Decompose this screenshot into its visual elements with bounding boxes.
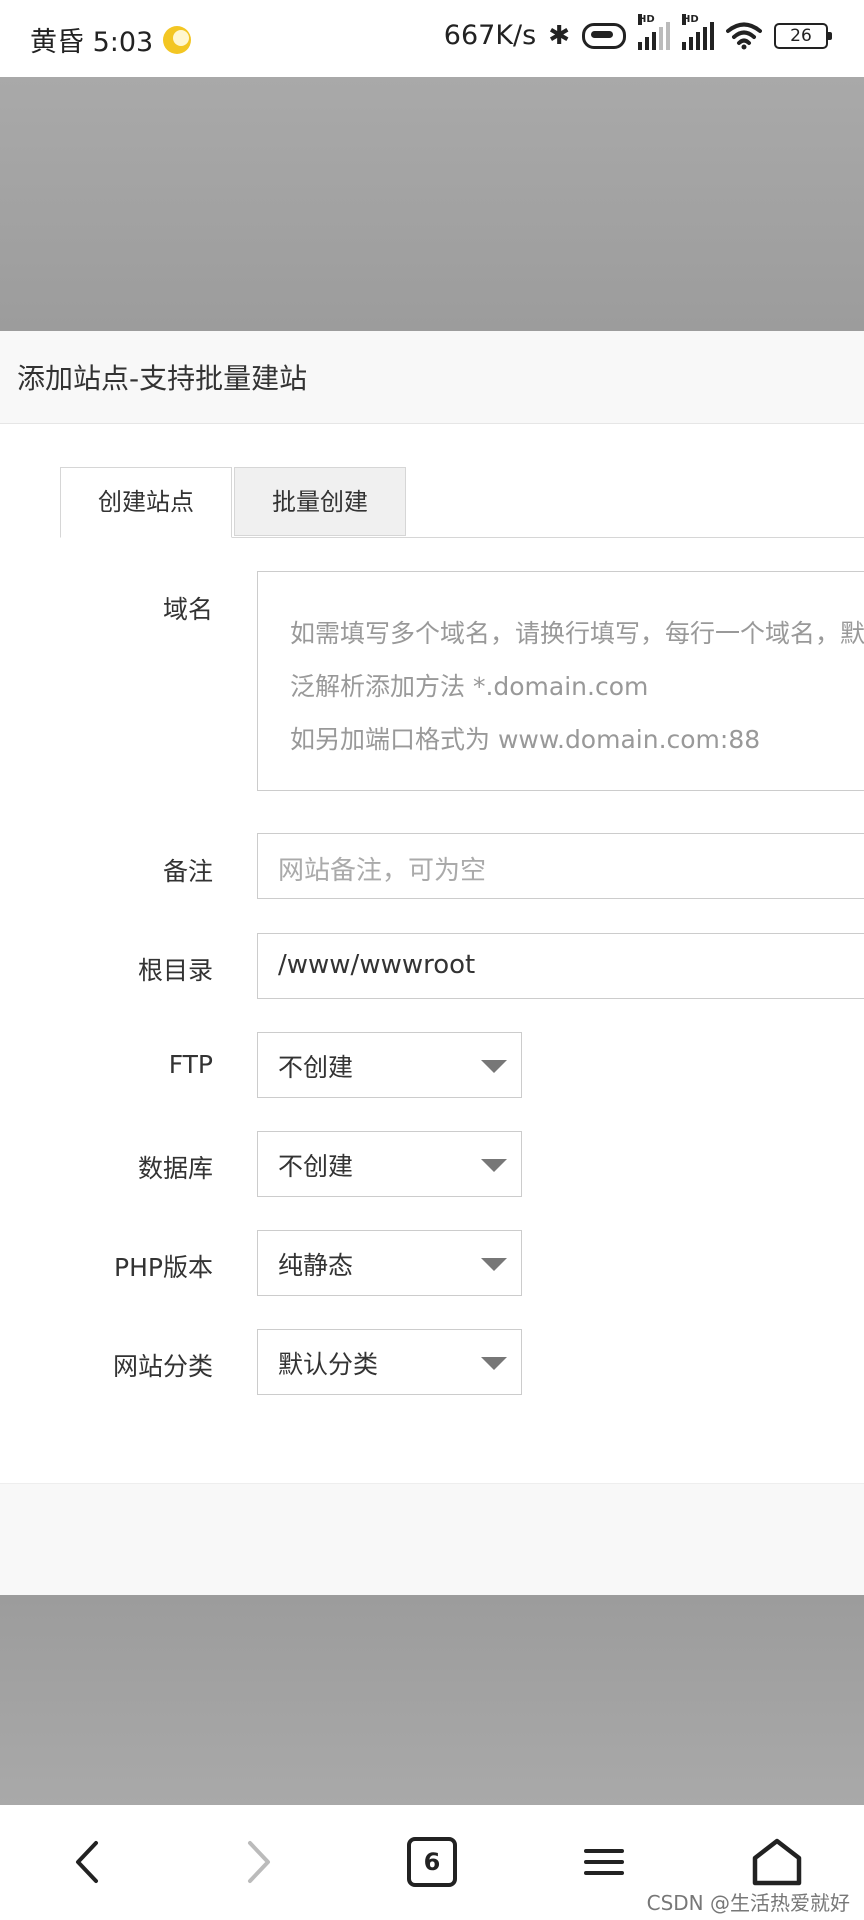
tab-bar: 创建站点 批量创建: [60, 467, 864, 538]
network-speed: 667K/s: [443, 20, 537, 51]
forward-icon: [248, 1841, 270, 1883]
dialog-title: 添加站点-支持批量建站: [17, 362, 308, 395]
bluetooth-icon: ✱: [548, 20, 570, 51]
home-icon: [752, 1838, 802, 1886]
modal-backdrop-bottom[interactable]: [0, 1595, 864, 1805]
back-icon: [76, 1841, 98, 1883]
site-category-select[interactable]: 默认分类: [257, 1329, 522, 1395]
root-dir-label: 根目录: [137, 956, 213, 985]
back-button[interactable]: [52, 1827, 122, 1897]
database-selected: 不创建: [278, 1152, 354, 1181]
signal-icon: HD: [682, 13, 714, 50]
domain-placeholder-line: 如另加端口格式为 www.domain.com:88: [290, 725, 761, 754]
status-bar: 黄昏 5:03 667K/s ✱ HD HD 26: [0, 0, 864, 77]
dialog-footer: [0, 1483, 864, 1596]
site-category-label: 网站分类: [112, 1352, 213, 1381]
database-label: 数据库: [137, 1154, 213, 1183]
caret-down-icon: [481, 1258, 507, 1271]
menu-button[interactable]: [569, 1827, 639, 1897]
tabs-icon: 6: [407, 1837, 457, 1887]
domain-placeholder-line: 如需填写多个域名，请换行填写，每行一个域名，默: [290, 619, 864, 648]
add-site-dialog: 添加站点-支持批量建站 创建站点 批量创建 域名 如需填写多个域名，请换行填写，…: [0, 331, 864, 1596]
forward-button[interactable]: [224, 1827, 294, 1897]
wifi-icon: [726, 22, 762, 49]
root-dir-input[interactable]: /www/wwwroot: [257, 933, 864, 999]
ftp-label: FTP: [168, 1050, 213, 1079]
ftp-selected: 不创建: [278, 1053, 354, 1082]
caret-down-icon: [481, 1060, 507, 1073]
caret-down-icon: [481, 1159, 507, 1172]
watermark: CSDN @生活热爱就好: [646, 1891, 850, 1915]
database-select[interactable]: 不创建: [257, 1131, 522, 1197]
status-left: 黄昏 5:03: [30, 20, 192, 59]
vibrate-icon: [582, 22, 626, 49]
tab-create-site[interactable]: 创建站点: [60, 467, 232, 538]
remark-label: 备注: [162, 857, 213, 886]
signal-icon: HD: [638, 13, 670, 50]
caret-down-icon: [481, 1357, 507, 1370]
domain-label: 域名: [162, 595, 213, 624]
status-time: 黄昏 5:03: [30, 27, 154, 58]
php-version-label: PHP版本: [114, 1253, 213, 1282]
php-version-selected: 纯静态: [278, 1251, 354, 1280]
modal-backdrop-top[interactable]: [0, 77, 864, 331]
menu-icon: [584, 1842, 624, 1882]
domain-placeholder-line: 泛解析添加方法 *.domain.com: [290, 672, 649, 701]
moon-icon: [163, 25, 192, 54]
root-dir-value: /www/wwwroot: [278, 950, 476, 980]
battery-icon: 26: [774, 22, 832, 49]
tab-batch-create[interactable]: 批量创建: [234, 467, 406, 536]
tabs-button[interactable]: 6: [397, 1827, 467, 1897]
remark-input[interactable]: 网站备注，可为空: [257, 833, 864, 899]
site-category-selected: 默认分类: [278, 1350, 379, 1379]
domain-textarea[interactable]: 如需填写多个域名，请换行填写，每行一个域名，默 泛解析添加方法 *.domain…: [257, 571, 864, 791]
dialog-header: 添加站点-支持批量建站: [0, 331, 864, 424]
ftp-select[interactable]: 不创建: [257, 1032, 522, 1098]
php-version-select[interactable]: 纯静态: [257, 1230, 522, 1296]
remark-placeholder: 网站备注，可为空: [278, 856, 487, 886]
status-right: 667K/s ✱ HD HD 26: [443, 13, 832, 51]
